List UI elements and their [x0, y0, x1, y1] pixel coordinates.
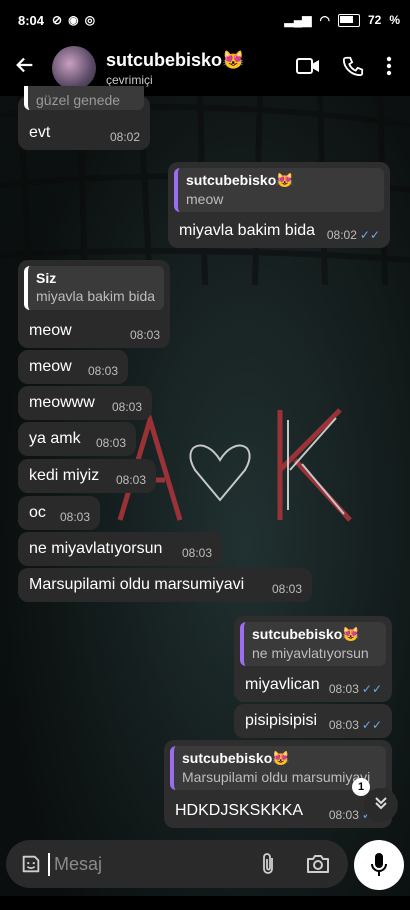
message-text: kedi miyiz — [29, 467, 100, 484]
message-in[interactable]: Siz miyavla bakim bida meow 08:03 — [18, 260, 170, 348]
message-in[interactable]: güzel genede evt 08:02 — [18, 86, 150, 150]
message-composer — [6, 840, 348, 888]
message-time: 08:03 — [129, 328, 160, 342]
message-time: 08:03 — [181, 546, 212, 560]
quoted-message[interactable]: güzel genede — [24, 86, 144, 110]
message-text: pisipisipisi — [245, 712, 318, 729]
muted-icon: ⊘ — [52, 13, 63, 27]
system-nav-bar — [0, 896, 410, 910]
message-time: 08:02 — [109, 130, 140, 144]
signal-icon: ▂▄▆ — [284, 13, 312, 27]
camera-icon[interactable] — [306, 853, 330, 875]
battery-percent: 72 — [367, 13, 382, 27]
quoted-message[interactable]: Siz miyavla bakim bida — [24, 266, 164, 310]
quoted-message[interactable]: sutcubebisko😻 ne miyavlatıyorsun — [240, 622, 386, 666]
message-text: meow — [29, 322, 72, 339]
wifi-icon: ◠ — [319, 13, 330, 27]
read-ticks-icon: ✓✓ — [361, 718, 382, 732]
message-out[interactable]: pisipisipisi 08:03 ✓✓ — [234, 704, 392, 738]
back-arrow-icon[interactable] — [0, 54, 50, 83]
chat-screen: 8:04 ⊘ ◉ ◎ ▂▄▆ ◠ 72% sutcubebisko😻 çevri… — [0, 0, 410, 910]
message-time: 08:03 — [111, 400, 142, 414]
contact-status: çevrimiçi — [106, 72, 153, 87]
notification-icons: ⊘ ◉ ◎ — [52, 13, 95, 27]
message-time: 08:03 — [87, 364, 118, 378]
double-chevron-down-icon — [373, 795, 389, 816]
message-text: Marsupilami oldu marsumiyavi — [29, 576, 245, 593]
mic-icon — [370, 852, 388, 878]
spotify-icon: ◉ — [68, 13, 79, 27]
message-in[interactable]: meowww 08:03 — [18, 386, 152, 420]
message-time: 08:03 — [95, 436, 126, 450]
status-bar: 8:04 ⊘ ◉ ◎ ▂▄▆ ◠ 72% — [0, 0, 410, 40]
more-vert-icon[interactable] — [386, 56, 392, 81]
message-in[interactable]: Marsupilami oldu marsumiyavi 08:03 — [18, 568, 312, 602]
message-in[interactable]: ya amk 08:03 — [18, 422, 136, 456]
message-text: HDKDJSKSKKKA — [175, 802, 304, 819]
read-ticks-icon: ✓✓ — [361, 682, 382, 696]
message-text: meow — [29, 358, 72, 375]
chat-title[interactable]: sutcubebisko😻 çevrimiçi — [106, 50, 244, 87]
system-icons: ▂▄▆ ◠ 72% — [284, 13, 400, 27]
message-text: miyavlican — [245, 676, 320, 693]
message-in[interactable]: meow 08:03 — [18, 350, 128, 384]
app-icon: ◎ — [84, 13, 96, 27]
message-time: 08:03 — [271, 582, 302, 596]
message-out[interactable]: sutcubebisko😻 meow miyavla bakim bida 08… — [168, 162, 390, 248]
phone-icon[interactable] — [342, 55, 364, 82]
avatar[interactable] — [52, 46, 96, 90]
message-out[interactable]: sutcubebisko😻 ne miyavlatıyorsun miyavli… — [234, 616, 392, 702]
message-text: meowww — [29, 394, 95, 411]
read-ticks-icon: ✓✓ — [359, 228, 380, 242]
scroll-to-bottom-button[interactable] — [364, 788, 398, 822]
message-text: evt — [29, 124, 51, 141]
status-time: 8:04 — [18, 12, 45, 28]
mic-button[interactable] — [354, 840, 404, 890]
message-text: miyavla bakim bida — [179, 222, 316, 239]
message-text: ya amk — [29, 430, 81, 447]
message-time: 08:02 ✓✓ — [326, 228, 380, 242]
video-call-icon[interactable] — [296, 56, 320, 81]
message-time: 08:03✓✓ — [328, 682, 382, 696]
attach-icon[interactable] — [260, 852, 276, 876]
header-actions — [296, 55, 392, 82]
message-time: 08:03 — [59, 510, 90, 524]
quoted-message[interactable]: sutcubebisko😻 meow — [174, 168, 384, 212]
message-in[interactable]: kedi miyiz 08:03 — [18, 459, 156, 493]
message-in[interactable]: ne miyavlatıyorsun 08:03 — [18, 532, 222, 566]
message-text: oc — [29, 504, 46, 521]
contact-name: sutcubebisko😻 — [106, 49, 245, 70]
message-in[interactable]: oc 08:03 — [18, 496, 100, 530]
battery-icon — [337, 13, 360, 27]
unread-badge: 1 — [352, 778, 370, 796]
sticker-icon[interactable] — [20, 853, 42, 875]
message-text: ne miyavlatıyorsun — [29, 540, 163, 557]
message-time: 08:03✓✓ — [328, 718, 382, 732]
message-time: 08:03 — [115, 473, 146, 487]
message-input[interactable] — [48, 852, 246, 876]
